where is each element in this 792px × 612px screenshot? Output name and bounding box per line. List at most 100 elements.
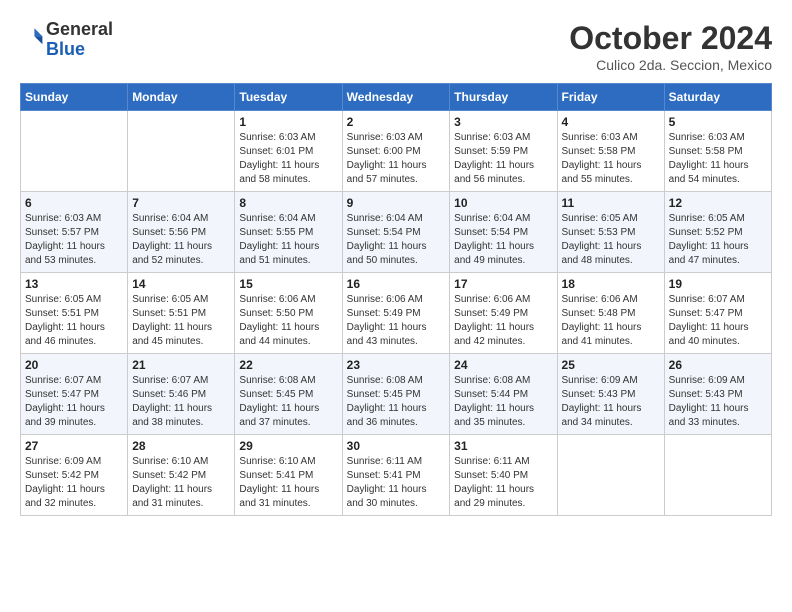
day-info: Sunrise: 6:03 AM Sunset: 5:59 PM Dayligh… [454,131,552,187]
day-info: Sunrise: 6:09 AM Sunset: 5:43 PM Dayligh… [562,374,660,430]
day-info: Sunrise: 6:05 AM Sunset: 5:53 PM Dayligh… [562,212,660,268]
day-info: Sunrise: 6:03 AM Sunset: 5:57 PM Dayligh… [25,212,123,268]
day-cell: 15 Sunrise: 6:06 AM Sunset: 5:50 PM Dayli… [235,273,342,354]
day-info: Sunrise: 6:07 AM Sunset: 5:46 PM Dayligh… [132,374,230,430]
day-number: 24 [454,358,552,372]
day-info: Sunrise: 6:03 AM Sunset: 5:58 PM Dayligh… [669,131,767,187]
day-number: 21 [132,358,230,372]
day-number: 4 [562,115,660,129]
weekday-header-wednesday: Wednesday [342,84,450,111]
day-info: Sunrise: 6:09 AM Sunset: 5:43 PM Dayligh… [669,374,767,430]
day-number: 1 [239,115,337,129]
day-cell: 28 Sunrise: 6:10 AM Sunset: 5:42 PM Dayli… [128,435,235,516]
day-info: Sunrise: 6:06 AM Sunset: 5:48 PM Dayligh… [562,293,660,349]
day-number: 2 [347,115,446,129]
calendar: SundayMondayTuesdayWednesdayThursdayFrid… [20,83,772,516]
day-cell [128,111,235,192]
day-info: Sunrise: 6:03 AM Sunset: 5:58 PM Dayligh… [562,131,660,187]
logo: General Blue [20,20,113,60]
day-cell: 7 Sunrise: 6:04 AM Sunset: 5:56 PM Daylig… [128,192,235,273]
day-info: Sunrise: 6:03 AM Sunset: 6:00 PM Dayligh… [347,131,446,187]
page-header: General Blue October 2024 Culico 2da. Se… [20,20,772,73]
day-info: Sunrise: 6:04 AM Sunset: 5:54 PM Dayligh… [347,212,446,268]
day-cell: 2 Sunrise: 6:03 AM Sunset: 6:00 PM Daylig… [342,111,450,192]
day-info: Sunrise: 6:03 AM Sunset: 6:01 PM Dayligh… [239,131,337,187]
day-cell: 19 Sunrise: 6:07 AM Sunset: 5:47 PM Dayli… [664,273,771,354]
day-number: 5 [669,115,767,129]
day-number: 7 [132,196,230,210]
day-cell: 8Sunrise: 6:04 AM Sunset: 5:55 PM Daylig… [235,192,342,273]
day-cell: 20Sunrise: 6:07 AM Sunset: 5:47 PM Dayli… [21,354,128,435]
day-number: 9 [347,196,446,210]
day-info: Sunrise: 6:11 AM Sunset: 5:40 PM Dayligh… [454,455,552,511]
day-cell: 26 Sunrise: 6:09 AM Sunset: 5:43 PM Dayli… [664,354,771,435]
day-number: 17 [454,277,552,291]
week-row-1: 1 Sunrise: 6:03 AM Sunset: 6:01 PM Daylig… [21,111,772,192]
day-info: Sunrise: 6:10 AM Sunset: 5:41 PM Dayligh… [239,455,337,511]
day-info: Sunrise: 6:05 AM Sunset: 5:51 PM Dayligh… [25,293,123,349]
day-number: 6 [25,196,123,210]
weekday-header-row: SundayMondayTuesdayWednesdayThursdayFrid… [21,84,772,111]
day-cell: 4 Sunrise: 6:03 AM Sunset: 5:58 PM Daylig… [557,111,664,192]
day-number: 26 [669,358,767,372]
day-cell: 1 Sunrise: 6:03 AM Sunset: 6:01 PM Daylig… [235,111,342,192]
day-info: Sunrise: 6:05 AM Sunset: 5:51 PM Dayligh… [132,293,230,349]
day-number: 25 [562,358,660,372]
weekday-header-friday: Friday [557,84,664,111]
day-info: Sunrise: 6:09 AM Sunset: 5:42 PM Dayligh… [25,455,123,511]
title-block: October 2024 Culico 2da. Seccion, Mexico [569,20,772,73]
weekday-header-thursday: Thursday [450,84,557,111]
day-number: 28 [132,439,230,453]
day-info: Sunrise: 6:10 AM Sunset: 5:42 PM Dayligh… [132,455,230,511]
day-info: Sunrise: 6:05 AM Sunset: 5:52 PM Dayligh… [669,212,767,268]
day-cell: 21 Sunrise: 6:07 AM Sunset: 5:46 PM Dayli… [128,354,235,435]
day-cell: 6 Sunrise: 6:03 AM Sunset: 5:57 PM Daylig… [21,192,128,273]
month-title: October 2024 [569,20,772,57]
day-cell: 5 Sunrise: 6:03 AM Sunset: 5:58 PM Daylig… [664,111,771,192]
day-number: 15 [239,277,337,291]
day-number: 11 [562,196,660,210]
day-number: 13 [25,277,123,291]
day-cell: 12Sunrise: 6:05 AM Sunset: 5:52 PM Dayli… [664,192,771,273]
day-number: 29 [239,439,337,453]
day-number: 31 [454,439,552,453]
day-cell: 17Sunrise: 6:06 AM Sunset: 5:49 PM Dayli… [450,273,557,354]
day-number: 22 [239,358,337,372]
day-number: 19 [669,277,767,291]
day-info: Sunrise: 6:08 AM Sunset: 5:45 PM Dayligh… [239,374,337,430]
location: Culico 2da. Seccion, Mexico [569,57,772,73]
day-info: Sunrise: 6:04 AM Sunset: 5:54 PM Dayligh… [454,212,552,268]
logo-general: General [46,20,113,40]
day-cell: 23 Sunrise: 6:08 AM Sunset: 5:45 PM Dayli… [342,354,450,435]
logo-blue: Blue [46,40,113,60]
day-cell [557,435,664,516]
week-row-4: 20Sunrise: 6:07 AM Sunset: 5:47 PM Dayli… [21,354,772,435]
day-info: Sunrise: 6:04 AM Sunset: 5:56 PM Dayligh… [132,212,230,268]
day-info: Sunrise: 6:08 AM Sunset: 5:44 PM Dayligh… [454,374,552,430]
week-row-5: 27 Sunrise: 6:09 AM Sunset: 5:42 PM Dayli… [21,435,772,516]
weekday-header-monday: Monday [128,84,235,111]
day-cell: 29 Sunrise: 6:10 AM Sunset: 5:41 PM Dayli… [235,435,342,516]
day-info: Sunrise: 6:04 AM Sunset: 5:55 PM Dayligh… [239,212,337,268]
weekday-header-tuesday: Tuesday [235,84,342,111]
day-cell: 14 Sunrise: 6:05 AM Sunset: 5:51 PM Dayli… [128,273,235,354]
day-cell [21,111,128,192]
day-number: 23 [347,358,446,372]
day-cell: 30Sunrise: 6:11 AM Sunset: 5:41 PM Dayli… [342,435,450,516]
day-number: 14 [132,277,230,291]
day-info: Sunrise: 6:08 AM Sunset: 5:45 PM Dayligh… [347,374,446,430]
day-number: 3 [454,115,552,129]
day-cell: 11 Sunrise: 6:05 AM Sunset: 5:53 PM Dayli… [557,192,664,273]
day-cell: 16Sunrise: 6:06 AM Sunset: 5:49 PM Dayli… [342,273,450,354]
day-info: Sunrise: 6:06 AM Sunset: 5:49 PM Dayligh… [347,293,446,349]
logo-icon [20,25,44,49]
day-info: Sunrise: 6:11 AM Sunset: 5:41 PM Dayligh… [347,455,446,511]
day-cell: 13 Sunrise: 6:05 AM Sunset: 5:51 PM Dayli… [21,273,128,354]
day-info: Sunrise: 6:07 AM Sunset: 5:47 PM Dayligh… [669,293,767,349]
day-number: 27 [25,439,123,453]
day-cell: 10Sunrise: 6:04 AM Sunset: 5:54 PM Dayli… [450,192,557,273]
day-cell [664,435,771,516]
day-cell: 18Sunrise: 6:06 AM Sunset: 5:48 PM Dayli… [557,273,664,354]
day-info: Sunrise: 6:06 AM Sunset: 5:50 PM Dayligh… [239,293,337,349]
day-cell: 3 Sunrise: 6:03 AM Sunset: 5:59 PM Daylig… [450,111,557,192]
